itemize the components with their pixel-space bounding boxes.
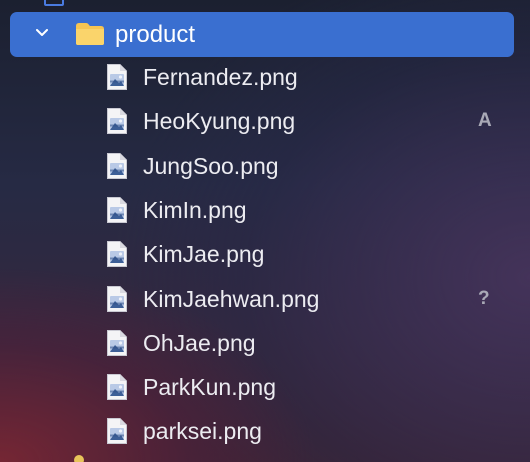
git-status-badge: ? (478, 287, 490, 309)
image-file-icon (106, 329, 128, 357)
folder-name: product (115, 21, 196, 48)
file-name: KimIn.png (143, 196, 247, 223)
file-row[interactable]: parksei.png (0, 409, 530, 453)
file-row[interactable]: KimIn.png (0, 188, 530, 232)
file-row[interactable]: KimJaehwan.png? (0, 277, 530, 321)
image-file-icon (106, 285, 128, 313)
file-row[interactable]: JungSoo.png (0, 144, 530, 188)
file-name: parksei.png (143, 418, 262, 445)
clipped-next-folder-icon (74, 455, 84, 462)
file-row[interactable]: Fernandez.png (0, 55, 530, 99)
image-file-icon (106, 196, 128, 224)
clipped-previous-row (0, 0, 530, 8)
file-name: KimJaehwan.png (143, 285, 320, 312)
file-name: KimJae.png (143, 241, 265, 268)
file-row[interactable]: KimJae.png (0, 232, 530, 276)
chevron-down-icon[interactable] (36, 29, 48, 37)
file-row[interactable]: ParkKun.png (0, 365, 530, 409)
git-status-badge: A (478, 110, 492, 132)
file-row[interactable]: HeoKyung.png A (0, 99, 530, 143)
image-file-icon (106, 152, 128, 180)
image-file-icon (106, 107, 128, 135)
image-file-icon (106, 240, 128, 268)
image-file-icon (106, 373, 128, 401)
file-name: Fernandez.png (143, 64, 298, 90)
file-name: OhJae.png (143, 329, 256, 356)
file-name: JungSoo.png (143, 152, 279, 179)
image-file-icon (106, 63, 128, 91)
file-name: ParkKun.png (143, 374, 276, 401)
image-file-icon (106, 417, 128, 445)
file-row[interactable]: OhJae.png (0, 321, 530, 365)
folder-icon (76, 23, 104, 45)
file-name: HeoKyung.png (143, 108, 296, 135)
file-icon (44, 0, 64, 6)
